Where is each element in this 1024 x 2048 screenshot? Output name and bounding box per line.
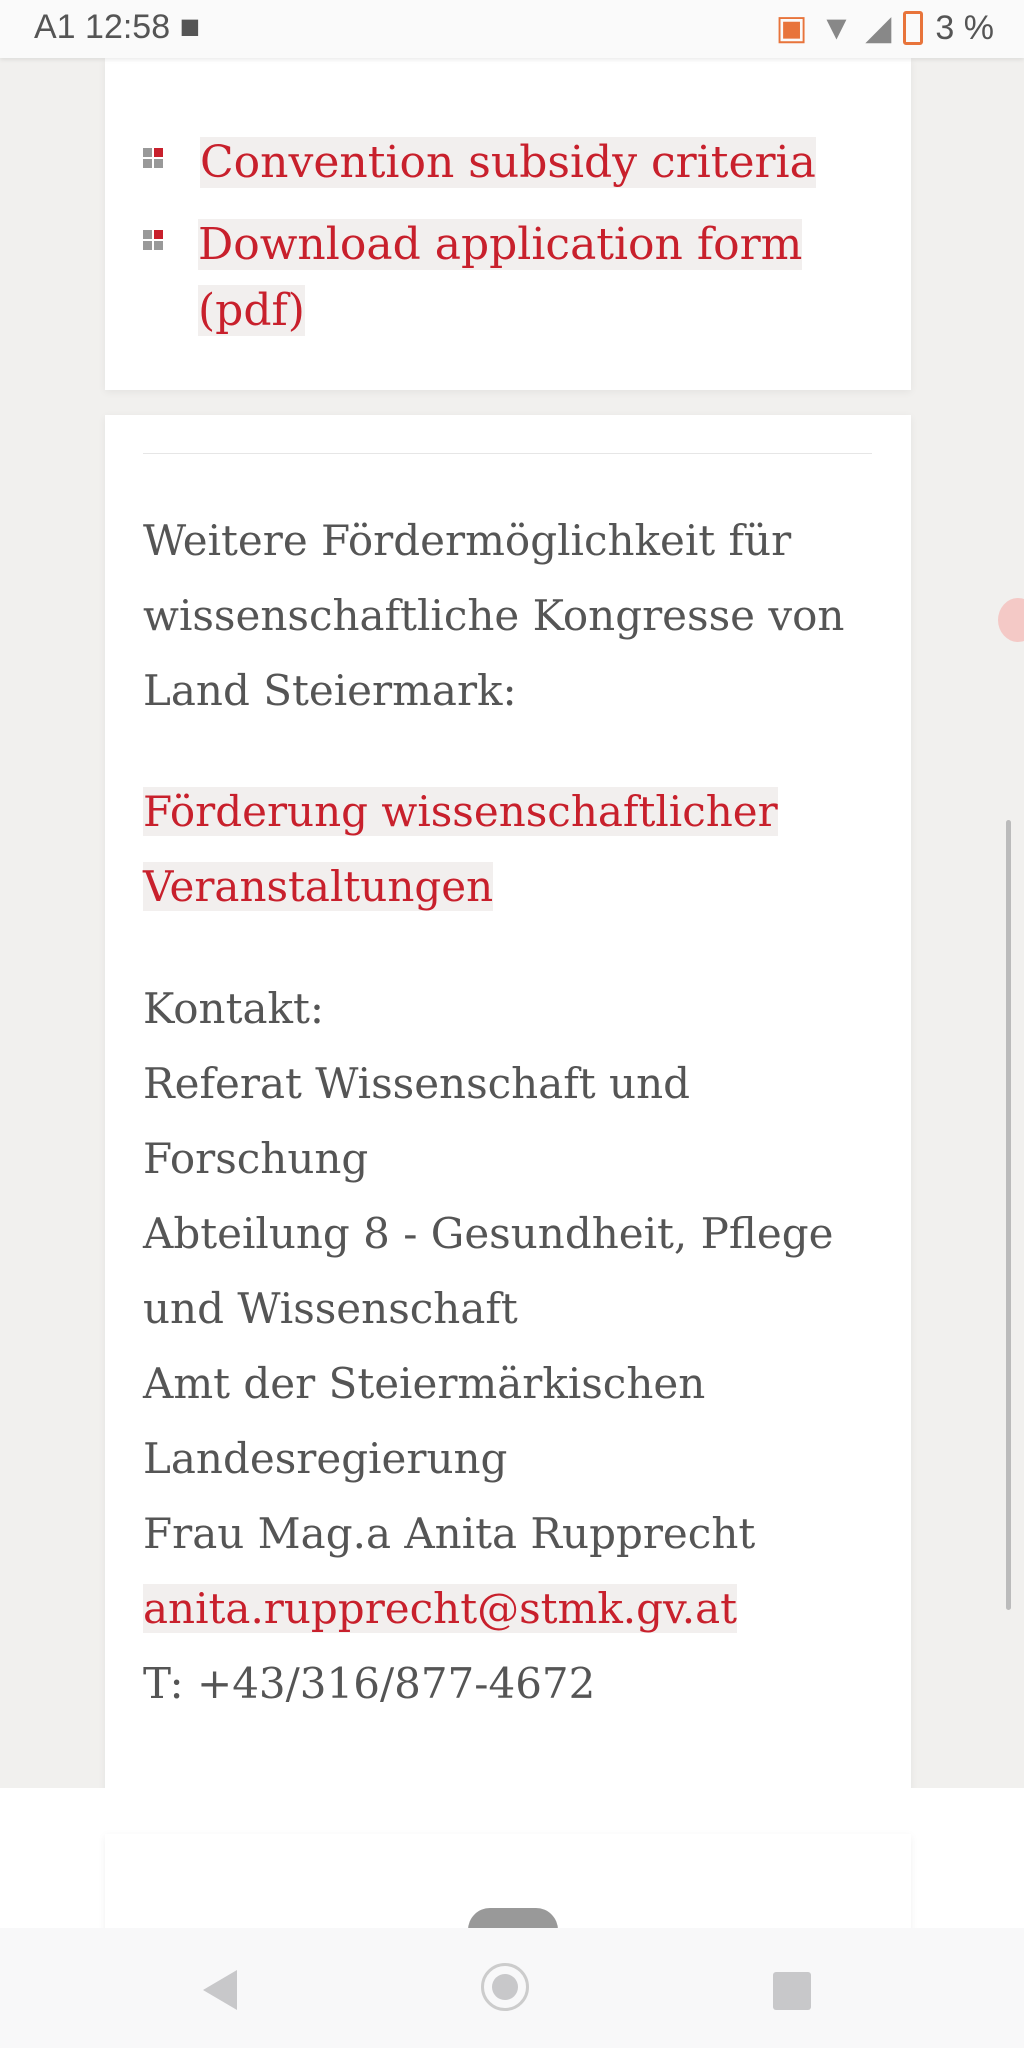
contact-line: Abteilung 8 - Gesundheit, Pflege und Wis… [143, 1209, 834, 1333]
convention-subsidy-criteria-link[interactable]: Convention subsidy criteria [200, 137, 816, 188]
contact-heading: Kontakt: [143, 984, 324, 1033]
contact-line: Frau Mag.a Anita Rupprecht [143, 1509, 756, 1558]
download-application-form-link[interactable]: Download application form (pdf) [198, 219, 803, 336]
battery-icon [903, 11, 924, 45]
battery-level: 3 % [935, 8, 994, 47]
video-camera-icon: ■ [179, 8, 201, 46]
navigation-bar [0, 1928, 1024, 2048]
home-icon[interactable] [481, 1963, 529, 2011]
bullet-icon [143, 148, 163, 168]
cast-icon: ▣ [775, 9, 808, 47]
recents-icon[interactable] [773, 1972, 811, 2010]
carrier: A1 [34, 8, 76, 46]
wifi-icon: ▼ [819, 8, 854, 47]
email-link[interactable]: anita.rupprecht@stmk.gv.at [143, 1584, 738, 1633]
signal-icon: ◢ [865, 9, 892, 47]
phone-icon [468, 1908, 558, 1930]
contact-line: Amt der Steiermärkischen Landesregierung [143, 1359, 706, 1483]
scrollbar[interactable] [1006, 820, 1011, 1610]
intro-text: Weitere Fördermöglichkeit für wissenscha… [143, 516, 845, 715]
status-bar: A1 12:58 ■ ▣ ▼ ◢ 3 % [0, 0, 1024, 58]
back-icon[interactable] [203, 1970, 237, 2010]
phone: T: +43/316/877-4672 [143, 1659, 596, 1708]
floating-indicator[interactable] [998, 598, 1024, 642]
time: 12:58 [85, 8, 171, 46]
bullet-icon [143, 230, 163, 250]
contact-line: Referat Wissenschaft und Forschung [143, 1059, 691, 1183]
divider [143, 453, 872, 454]
foerderung-link[interactable]: Förderung wissenschaftlicher Veranstaltu… [143, 787, 778, 911]
